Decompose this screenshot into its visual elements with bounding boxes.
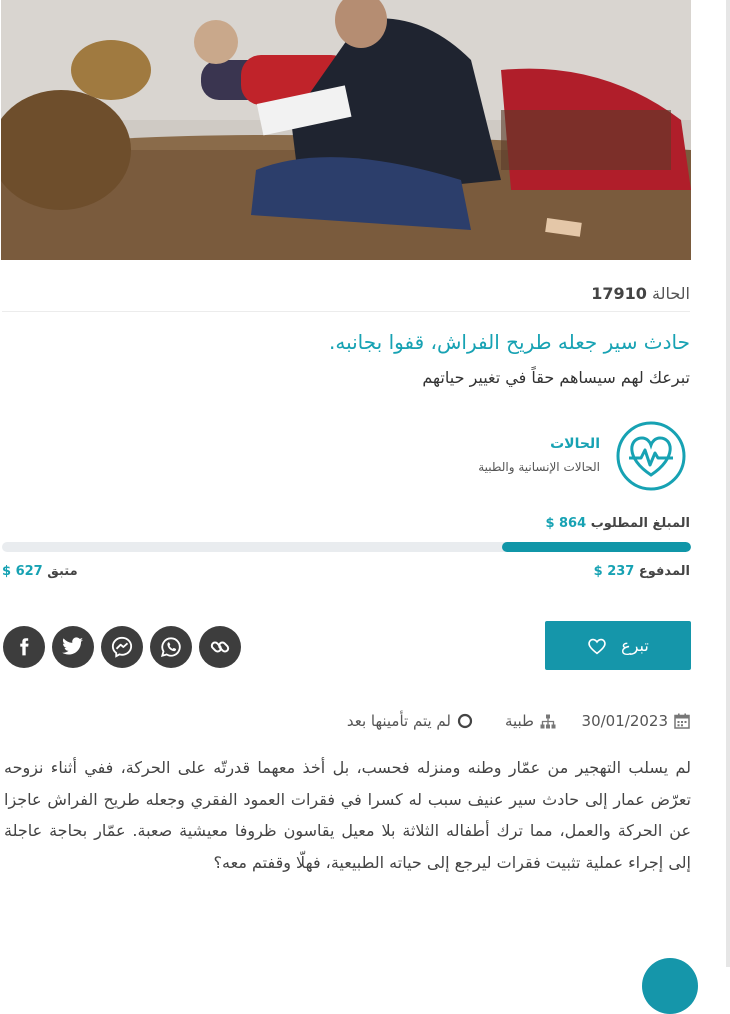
case-photo (1, 0, 691, 260)
share-messenger-button[interactable] (101, 626, 143, 668)
paid-value: 237 $ (593, 564, 635, 579)
paid-amount: المدفوع 237 $ (594, 564, 690, 579)
category-title[interactable]: الحالات (550, 436, 600, 452)
case-date: 30/01/2023 (582, 712, 690, 730)
share-twitter-button[interactable] (52, 626, 94, 668)
case-number-label: الحالة (652, 284, 690, 303)
share-facebook-button[interactable] (3, 626, 45, 668)
divider (2, 311, 690, 312)
share-whatsapp-button[interactable] (150, 626, 192, 668)
case-number: الحالة 17910 (591, 284, 690, 303)
category-subtitle: الحالات الإنسانية والطبية (478, 460, 600, 474)
facebook-icon (20, 638, 29, 656)
donate-button[interactable]: تبرع (545, 621, 691, 670)
page-scrollbar[interactable] (726, 0, 730, 967)
required-amount: المبلغ المطلوب 864 $ (545, 516, 690, 531)
remaining-label: متبق (47, 564, 78, 579)
case-type-value: طبية (504, 712, 534, 730)
heart-pulse-icon (616, 421, 686, 491)
funding-progress-bar (2, 542, 691, 552)
case-title: حادث سير جعله طريح الفراش، قفوا بجانبه. (329, 330, 690, 354)
donate-label: تبرع (621, 636, 649, 655)
twitter-icon (62, 637, 83, 655)
remaining-value: 627 $ (2, 564, 43, 579)
case-date-value: 30/01/2023 (581, 712, 668, 730)
case-subtitle: تبرعك لهم سيساهم حقاً في تغيير حياتهم (422, 368, 690, 387)
paid-label: المدفوع (638, 564, 690, 579)
sitemap-icon (540, 714, 556, 728)
required-value: 864 $ (545, 516, 587, 531)
spinner-icon (457, 713, 473, 729)
heart-outline-icon (588, 638, 606, 654)
link-icon (210, 641, 230, 653)
case-description: لم يسلب التهجير من عمّار وطنه ومنزله فحس… (4, 758, 691, 872)
case-status: لم يتم تأمينها بعد (347, 712, 473, 730)
remaining-amount: متبق 627 $ (2, 564, 78, 579)
case-type: طبية (505, 712, 556, 730)
case-status-value: لم يتم تأمينها بعد (346, 712, 451, 730)
floating-action-button[interactable] (642, 958, 698, 1014)
whatsapp-icon (160, 637, 181, 658)
calendar-icon (674, 713, 690, 729)
messenger-icon (111, 636, 133, 658)
required-label: المبلغ المطلوب (590, 516, 690, 531)
funding-progress-fill (502, 542, 691, 552)
share-link-button[interactable] (199, 626, 241, 668)
case-number-value: 17910 (591, 284, 647, 303)
